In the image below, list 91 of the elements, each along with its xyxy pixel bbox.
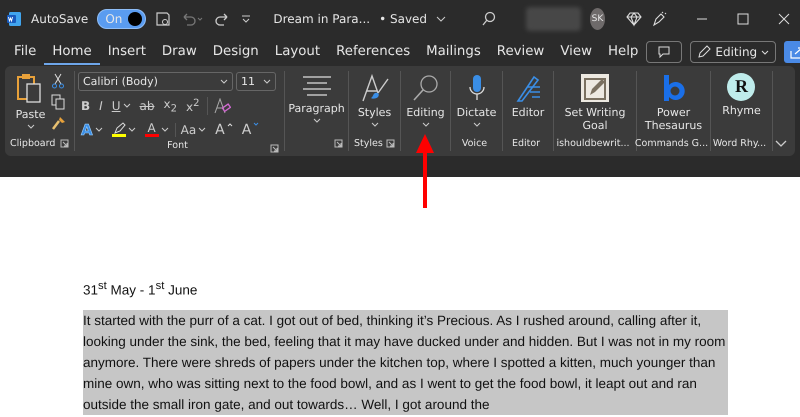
avatar[interactable]: SK: [590, 8, 605, 30]
editor-button[interactable]: Editor: [510, 71, 546, 135]
caret-icon: [263, 78, 271, 84]
editing-mode-dropdown[interactable]: Editing: [690, 41, 776, 63]
microphone-icon: [466, 73, 486, 103]
format-button[interactable]: x$^{2}$: [182, 98, 202, 114]
diamond-icon[interactable]: [626, 11, 642, 27]
clear-formatting-icon[interactable]: [213, 98, 232, 114]
paragraph-button[interactable]: Paragraph: [287, 71, 346, 135]
save-status[interactable]: • Saved: [379, 12, 428, 26]
pen-lines-icon: [514, 73, 542, 103]
rhyme-logo: R: [727, 73, 756, 101]
format-button[interactable]: B: [78, 98, 94, 112]
editing-button[interactable]: Editing: [405, 71, 446, 135]
format-button[interactable]: x$_{2}$: [160, 96, 180, 114]
font-color-button[interactable]: A: [142, 122, 172, 137]
ribbon-tab[interactable]: Insert: [100, 39, 154, 65]
caret-icon: [370, 122, 378, 128]
ribbon-tab[interactable]: Layout: [266, 39, 328, 65]
format-button[interactable]: ab: [136, 98, 158, 112]
customize-toolbar-icon[interactable]: [240, 13, 252, 25]
format-button[interactable]: U: [108, 98, 134, 112]
word-logo-icon: [6, 11, 22, 27]
marker-icon: [112, 122, 126, 134]
paste-button[interactable]: Paste: [12, 71, 48, 135]
caret-icon: [26, 124, 34, 130]
caret-icon: [198, 126, 206, 132]
shrink-font-button[interactable]: A: [238, 122, 262, 138]
ribbon-tab[interactable]: Draw: [154, 39, 205, 65]
group-label: Word Rhy...: [712, 138, 766, 148]
ribbon-tab[interactable]: Help: [600, 39, 646, 65]
group-label: Commands G...: [634, 138, 708, 148]
styles-button[interactable]: Styles: [356, 71, 392, 135]
caret-icon: [422, 122, 430, 128]
ribbon-tab[interactable]: View: [552, 39, 600, 65]
comment-icon: [657, 46, 672, 58]
copy-icon[interactable]: [50, 94, 64, 110]
dialog-launcher-icon[interactable]: [334, 139, 343, 148]
search-icon[interactable]: [481, 11, 498, 27]
pencil-square-icon: [580, 73, 610, 103]
goal-button[interactable]: Set Writing Goal: [557, 71, 633, 135]
chevron-down-icon[interactable]: [436, 14, 446, 24]
dialog-launcher-icon[interactable]: [60, 139, 69, 148]
body-paragraph: It started with the purr of a cat. I got out of bed, thinking it’s Precious. As I rushed around, calling after it, looking under the sink, the bed, feeling that it may have ducked under and hidden. But I was not in my room anymore. There were shreds of papers under the kitchen top, where I spotted a kitten, much younger than mine own, who was sitting next to the food bowl, and as I went to get the food bowl, it leapt out and ran outside the small iron gate, and out towards… Well, I got around the: [83, 310, 728, 414]
ribbon-tab[interactable]: File: [6, 39, 44, 65]
group-label: Editor: [512, 138, 540, 148]
thesaurus-button[interactable]: Power Thesaurus: [640, 71, 707, 135]
caret-icon: [312, 118, 320, 124]
caret-icon: [220, 78, 228, 84]
dictate-button[interactable]: Dictate: [456, 71, 498, 135]
ribbon-tab[interactable]: References: [328, 39, 418, 65]
chevron-down-icon[interactable]: [775, 140, 787, 148]
share-icon: [790, 46, 800, 58]
font-name-field[interactable]: Calibri (Body): [78, 72, 233, 91]
font-size-field[interactable]: 11: [236, 72, 276, 91]
caret-icon: [94, 126, 103, 132]
ribbon-tab[interactable]: Review: [488, 39, 552, 65]
maximize-icon[interactable]: [737, 13, 749, 25]
format-painter-icon[interactable]: [50, 115, 66, 131]
date-heading: 31$^{st}$ May - 1$^{st}$ June: [83, 280, 198, 298]
autosave-label: AutoSave: [31, 12, 88, 26]
caret-icon: [226, 122, 233, 126]
document-title[interactable]: Dream in Para...: [273, 12, 370, 26]
cut-icon[interactable]: [50, 73, 64, 89]
close-icon[interactable]: [778, 13, 790, 25]
search-icon: [410, 73, 440, 103]
dialog-launcher-icon[interactable]: [270, 144, 279, 153]
ribbon-tab[interactable]: Design: [204, 39, 267, 65]
dialog-launcher-icon[interactable]: [386, 139, 395, 148]
group-label: Font: [167, 140, 188, 151]
change-case-button[interactable]: Aa: [174, 122, 210, 136]
caret-icon: [122, 102, 130, 108]
save-icon[interactable]: [155, 11, 172, 27]
pen-sparkle-icon[interactable]: [651, 11, 667, 27]
ribbon-tab[interactable]: Mailings: [418, 39, 489, 65]
caret-icon: [160, 126, 169, 132]
group-label: Styles: [354, 138, 383, 148]
caret-icon: [128, 126, 136, 132]
caret-icon: [761, 48, 770, 56]
caret-icon: [472, 122, 480, 128]
group-label: ishouldbewrit...: [556, 138, 630, 148]
blurred-account-name: [526, 7, 581, 31]
comments-button[interactable]: [646, 41, 682, 63]
pencil-icon: [697, 45, 712, 59]
group-label: Voice: [462, 138, 488, 148]
grow-font-button[interactable]: A: [212, 122, 236, 138]
format-button[interactable]: I: [96, 98, 106, 112]
group-label: Clipboard: [10, 138, 56, 148]
rhyme-button[interactable]: R Rhyme: [721, 71, 762, 135]
caret-icon: [253, 122, 260, 126]
styles-icon: [360, 73, 390, 103]
